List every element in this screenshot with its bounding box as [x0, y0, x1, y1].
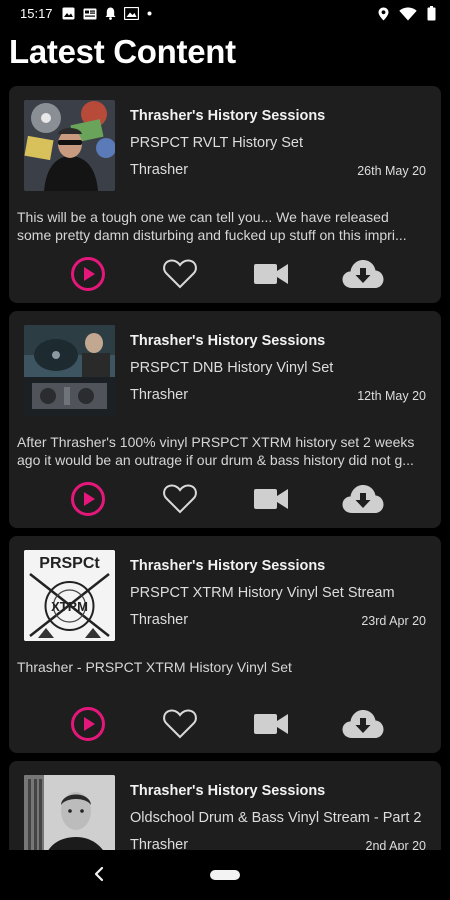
notification-icons	[62, 7, 152, 20]
artist-name: Thrasher	[130, 387, 189, 403]
video-button[interactable]	[249, 479, 293, 519]
set-title: PRSPCT DNB History Vinyl Set	[130, 360, 334, 376]
video-button[interactable]	[249, 704, 293, 744]
description: This will be a tough one we can tell you…	[17, 208, 435, 244]
video-icon	[254, 714, 288, 734]
thumb-sub-text: XTRM	[51, 599, 88, 614]
content-card[interactable]: Thrasher's History Sessions Oldschool Dr…	[9, 761, 441, 861]
image-icon	[62, 7, 75, 20]
video-icon	[254, 489, 288, 509]
page-title: Latest Content	[9, 33, 236, 70]
favorite-button[interactable]	[158, 704, 202, 744]
download-button[interactable]	[341, 254, 385, 294]
thumbnail-image[interactable]	[24, 775, 115, 861]
release-date: 23rd Apr 20	[361, 614, 426, 628]
thumbnail-image[interactable]	[24, 325, 115, 416]
description-line: This will be a tough one we can tell you…	[17, 209, 389, 225]
description: After Thrasher's 100% vinyl PRSPCT XTRM …	[17, 433, 435, 469]
artist-name: Thrasher	[130, 612, 189, 628]
content-card[interactable]: Thrasher's History Sessions PRSPCT DNB H…	[9, 311, 441, 528]
action-bar	[9, 704, 441, 744]
download-button[interactable]	[341, 704, 385, 744]
battery-icon	[427, 6, 436, 21]
play-icon	[71, 707, 105, 741]
series-name: Thrasher's History Sessions	[130, 333, 326, 349]
heart-icon	[163, 259, 197, 289]
download-icon	[342, 485, 384, 513]
download-button[interactable]	[341, 479, 385, 519]
favorite-button[interactable]	[158, 479, 202, 519]
play-button[interactable]	[66, 254, 110, 294]
status-bar: 15:17	[0, 0, 450, 28]
photo-icon	[124, 7, 139, 20]
release-date: 26th May 20	[357, 164, 426, 178]
description-line: Thrasher - PRSPCT XTRM History Vinyl Set	[17, 659, 292, 675]
release-date: 12th May 20	[357, 389, 426, 403]
system-icons	[378, 6, 436, 21]
set-title: Oldschool Drum & Bass Vinyl Stream - Par…	[130, 810, 422, 826]
play-icon	[71, 482, 105, 516]
action-bar	[9, 254, 441, 294]
description-line: some pretty damn disturbing and fucked u…	[17, 227, 407, 243]
favorite-button[interactable]	[158, 254, 202, 294]
system-navigation-bar	[0, 850, 450, 900]
set-title: PRSPCT RVLT History Set	[130, 135, 303, 151]
content-card[interactable]: Thrasher's History Sessions PRSPCT RVLT …	[9, 86, 441, 303]
thumb-logo-text: PRSPCt	[39, 555, 100, 572]
download-icon	[342, 260, 384, 288]
content-card[interactable]: PRSPCt XTRM Thrasher's History Sessions …	[9, 536, 441, 753]
description-line: After Thrasher's 100% vinyl PRSPCT XTRM …	[17, 434, 415, 450]
status-time: 15:17	[20, 6, 53, 21]
description-line: ago it would be an outrage if our drum &…	[17, 452, 414, 468]
video-icon	[254, 264, 288, 284]
series-name: Thrasher's History Sessions	[130, 558, 326, 574]
play-button[interactable]	[66, 704, 110, 744]
thumbnail-image[interactable]: PRSPCt XTRM	[24, 550, 115, 641]
heart-icon	[163, 484, 197, 514]
artist-name: Thrasher	[130, 162, 189, 178]
bell-icon	[105, 7, 116, 20]
description: Thrasher - PRSPCT XTRM History Vinyl Set	[17, 658, 435, 676]
play-icon	[71, 257, 105, 291]
home-pill-button[interactable]	[210, 870, 240, 880]
play-button[interactable]	[66, 479, 110, 519]
action-bar	[9, 479, 441, 519]
set-title: PRSPCT XTRM History Vinyl Set Stream	[130, 585, 395, 601]
back-chevron-icon[interactable]	[93, 865, 105, 883]
wifi-icon	[399, 7, 417, 20]
location-icon	[378, 7, 389, 20]
series-name: Thrasher's History Sessions	[130, 108, 326, 124]
dot-icon	[147, 11, 152, 16]
series-name: Thrasher's History Sessions	[130, 783, 326, 799]
news-icon	[83, 8, 97, 19]
video-button[interactable]	[249, 254, 293, 294]
heart-icon	[163, 709, 197, 739]
download-icon	[342, 710, 384, 738]
thumbnail-image[interactable]	[24, 100, 115, 191]
